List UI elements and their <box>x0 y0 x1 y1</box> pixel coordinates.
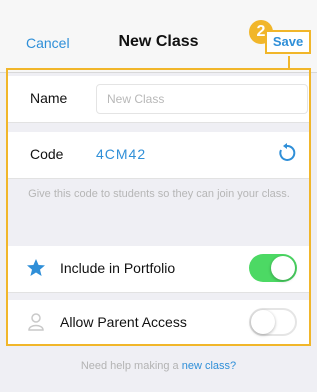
toggle-knob <box>271 256 295 280</box>
portfolio-row: Include in Portfolio <box>8 246 309 293</box>
parent-icon <box>26 312 46 332</box>
name-input[interactable]: New Class <box>96 84 308 114</box>
refresh-icon[interactable] <box>277 143 297 163</box>
parent-access-toggle[interactable] <box>249 308 297 336</box>
help-footer: Need help making a new class? <box>0 360 317 372</box>
name-placeholder: New Class <box>107 92 165 106</box>
portfolio-toggle[interactable] <box>249 254 297 282</box>
class-code-value: 4CM42 <box>96 146 147 162</box>
help-text: Need help making a <box>80 360 182 372</box>
toggle-knob <box>251 310 275 334</box>
name-row: Name New Class <box>8 76 309 123</box>
highlight-connector <box>288 56 290 68</box>
name-label: Name <box>30 90 68 106</box>
parent-access-row: Allow Parent Access <box>8 300 309 344</box>
parent-access-label: Allow Parent Access <box>60 314 187 330</box>
navigation-bar: Cancel New Class 2 Save <box>0 0 317 73</box>
portfolio-label: Include in Portfolio <box>60 260 176 276</box>
save-highlight-box: Save <box>265 30 311 54</box>
code-row: Code 4CM42 <box>8 132 309 179</box>
new-class-screen: Cancel New Class 2 Save Name New Class C… <box>0 0 317 392</box>
new-class-help-link[interactable]: new class? <box>182 360 236 372</box>
star-icon <box>26 258 46 278</box>
code-hint-text: Give this code to students so they can j… <box>28 188 290 200</box>
code-label: Code <box>30 146 64 162</box>
save-button[interactable]: Save <box>267 34 309 49</box>
